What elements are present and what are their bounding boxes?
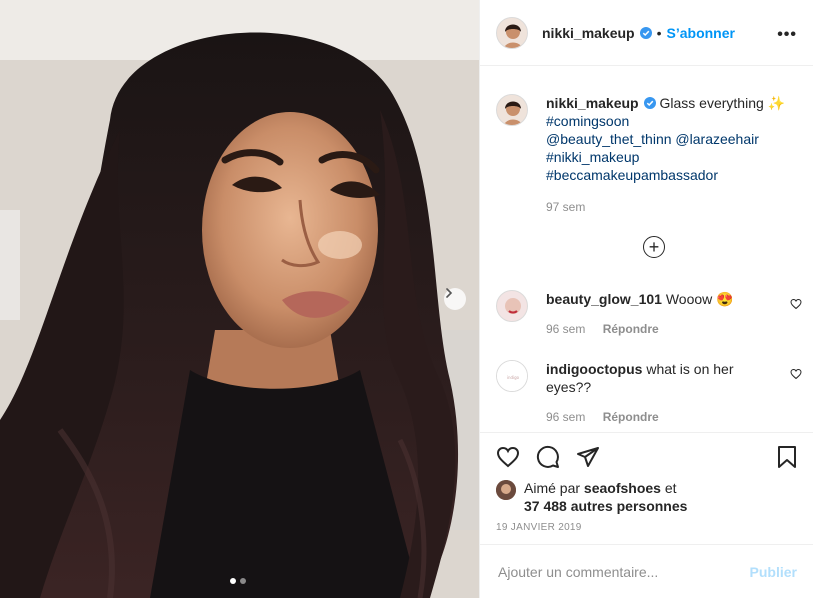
comment: indigo indigooctopus what is on her eyes… — [496, 360, 806, 426]
comment-meta: 96 sem Répondre — [546, 408, 776, 426]
likes-text: Aimé par seaofshoes et 37 488 autres per… — [524, 479, 687, 515]
likes-prefix: Aimé par — [524, 480, 581, 496]
caption-time[interactable]: 97 sem — [546, 198, 796, 216]
comment-bubble-icon[interactable] — [536, 445, 560, 469]
chevron-right-icon — [446, 288, 453, 298]
comment-username[interactable]: indigooctopus — [546, 361, 642, 377]
comment: beauty_glow_101 Wooow 😍 96 sem Répondre — [496, 290, 806, 338]
comment-meta: 96 sem Répondre — [546, 320, 776, 338]
post-header: nikki_makeup • S’abonner ••• — [480, 0, 813, 66]
likes-and: et — [664, 480, 677, 496]
comment-username[interactable]: beauty_glow_101 — [546, 291, 662, 307]
caption-avatar[interactable] — [496, 94, 528, 126]
comment-avatar[interactable]: indigo — [496, 360, 528, 392]
save-bookmark-icon[interactable] — [775, 445, 799, 469]
post-photo[interactable] — [0, 0, 479, 598]
comment-text: beauty_glow_101 Wooow 😍 96 sem Répondre — [546, 290, 776, 338]
like-heart-icon[interactable] — [496, 445, 520, 469]
action-icons — [496, 445, 600, 469]
comment-input[interactable] — [496, 562, 750, 581]
verified-badge-icon — [639, 26, 652, 39]
post-date[interactable]: 19 JANVIER 2019 — [496, 522, 582, 533]
like-comment-heart-icon[interactable] — [790, 368, 802, 380]
publish-button[interactable]: Publier — [750, 564, 797, 580]
post-view: nikki_makeup • S’abonner ••• nikki_makeu… — [0, 0, 813, 598]
liker-username[interactable]: seaofshoes — [584, 480, 661, 496]
carousel-dots — [230, 578, 246, 584]
caption-mentions[interactable]: @beauty_thet_thinn @larazeehair — [546, 130, 796, 148]
comments-area: nikki_makeup Glass everything ✨ #comings… — [480, 66, 813, 432]
comment-avatar[interactable] — [496, 290, 528, 322]
author-username[interactable]: nikki_makeup — [542, 25, 635, 41]
add-comment-bar: Publier — [480, 544, 813, 598]
caption-body: Glass everything ✨ — [659, 95, 786, 111]
follow-button[interactable]: S’abonner — [667, 25, 735, 41]
more-options-button[interactable]: ••• — [777, 26, 797, 44]
portrait-image — [0, 0, 479, 598]
reply-button[interactable]: Répondre — [603, 322, 659, 336]
like-comment-heart-icon[interactable] — [790, 298, 802, 310]
caption-hashtag[interactable]: #nikki_makeup — [546, 148, 796, 166]
header-separator: • — [656, 24, 662, 41]
reply-button[interactable]: Répondre — [603, 410, 659, 424]
caption: nikki_makeup Glass everything ✨ #comings… — [496, 94, 796, 216]
load-more-comments-button[interactable]: + — [643, 236, 665, 258]
likes-summary: Aimé par seaofshoes et 37 488 autres per… — [496, 479, 687, 515]
next-image-button[interactable] — [444, 288, 466, 310]
share-paper-plane-icon[interactable] — [576, 445, 600, 469]
comment-text: indigooctopus what is on her eyes?? 96 s… — [546, 360, 776, 426]
caption-username[interactable]: nikki_makeup — [546, 95, 639, 111]
caption-hashtag[interactable]: #beccamakeupambassador — [546, 166, 796, 184]
svg-text:indigo: indigo — [507, 375, 520, 380]
carousel-dot-active — [230, 578, 236, 584]
comment-body: Wooow 😍 — [665, 291, 734, 307]
comment-time[interactable]: 96 sem — [546, 322, 585, 336]
post-sidebar: nikki_makeup • S’abonner ••• nikki_makeu… — [479, 0, 813, 598]
caption-text: nikki_makeup Glass everything ✨ #comings… — [546, 94, 796, 216]
caption-hashtag[interactable]: #comingsoon — [546, 112, 796, 130]
carousel-dot — [240, 578, 246, 584]
liker-avatar[interactable] — [496, 480, 516, 500]
likes-count[interactable]: 37 488 autres personnes — [524, 498, 687, 514]
post-actions: Aimé par seaofshoes et 37 488 autres per… — [480, 432, 813, 545]
author-avatar[interactable] — [496, 16, 528, 49]
verified-badge-icon — [643, 97, 656, 109]
comment-time[interactable]: 96 sem — [546, 410, 585, 424]
